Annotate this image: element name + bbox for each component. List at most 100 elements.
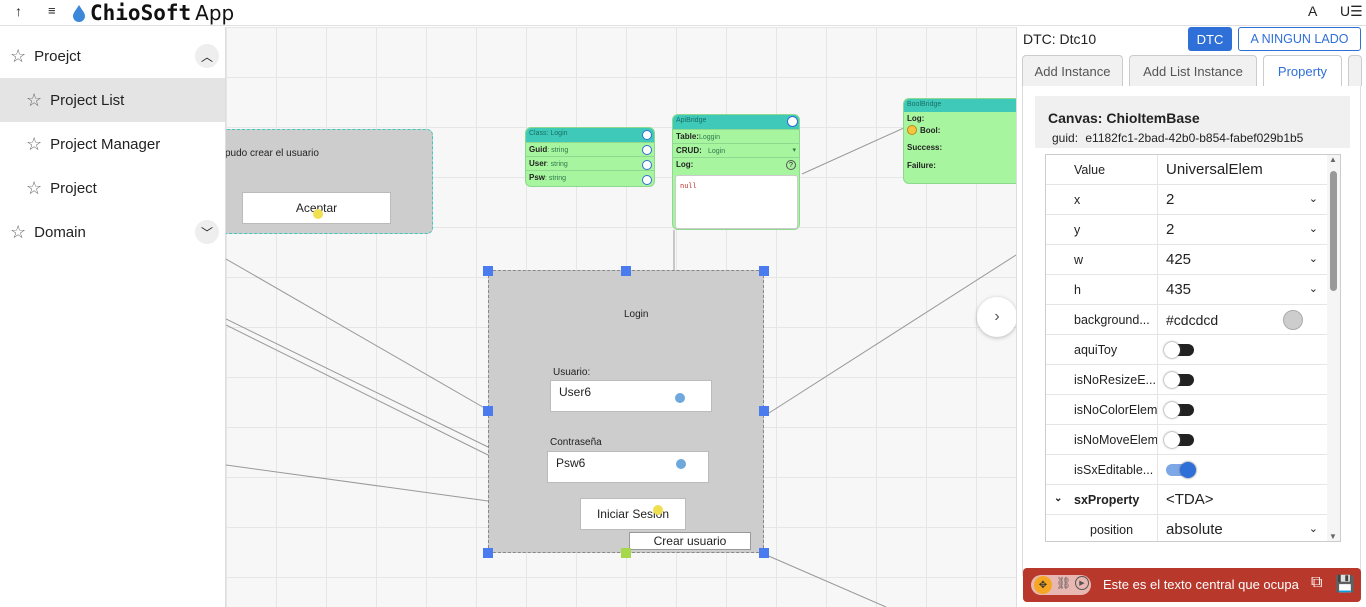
prop-row-value: Value UniversalElem — [1046, 155, 1328, 185]
chevron-right-icon[interactable]: › — [977, 297, 1016, 337]
crud-row[interactable]: CRUD: Login ▾ — [673, 143, 799, 157]
property-panel: DTC: Dtc10 DTC A NINGUN LADO Add Instanc… — [1016, 27, 1366, 607]
resize-handle[interactable] — [483, 548, 493, 558]
canvas-title: Canvas: ChioItemBase — [1048, 110, 1200, 126]
prop-select[interactable]: 2 ⌄ — [1158, 185, 1328, 214]
bool-bridge-node[interactable]: BoolBridge Log: Bool: Success: Failure: — [903, 98, 1016, 184]
login-form-element[interactable]: Login Usuario: User6 Contraseña Psw6 Ini… — [488, 270, 764, 553]
resize-handle[interactable] — [621, 548, 631, 558]
save-icon[interactable]: 💾 — [1335, 574, 1355, 594]
chevron-up-icon[interactable]: ︿ — [195, 44, 219, 68]
user-input[interactable]: User6 — [550, 380, 712, 412]
prop-row-isnoresize: isNoResizeE... — [1046, 365, 1328, 395]
prop-key: aquiToy — [1046, 335, 1158, 364]
field-type: : string — [547, 147, 569, 154]
port-circle-icon[interactable] — [787, 116, 798, 127]
log-label: Log: — [907, 114, 925, 123]
toggle-switch — [1166, 461, 1196, 478]
prop-select[interactable]: 425 ⌄ — [1158, 245, 1328, 274]
resize-handle[interactable] — [621, 266, 631, 276]
sidebar-item-label: Proejct — [34, 47, 81, 65]
dtc-label: DTC: Dtc10 — [1023, 31, 1097, 47]
prop-select[interactable]: 435 ⌄ — [1158, 275, 1328, 304]
user-label: Usuario: — [553, 367, 591, 378]
brand-app: App — [195, 1, 235, 25]
color-swatch[interactable] — [1283, 310, 1303, 330]
prop-value: <TDA> — [1166, 491, 1214, 508]
diagram-canvas[interactable]: pudo crear el usuario Aceptar Class: Log… — [226, 27, 1016, 607]
port-circle-icon[interactable] — [642, 160, 652, 170]
sidebar-item-label: Domain — [34, 223, 86, 241]
link-icon[interactable]: ⛓ — [1056, 576, 1071, 590]
accept-button[interactable]: Aceptar — [242, 192, 391, 224]
prop-key: isSxEditable... — [1046, 455, 1158, 484]
up-arrow-icon[interactable]: ↑ — [15, 3, 22, 19]
prop-toggle[interactable] — [1158, 425, 1328, 454]
prop-value[interactable]: UniversalElem — [1158, 155, 1328, 184]
chevron-down-icon: ⌄ — [1308, 253, 1318, 265]
play-icon[interactable]: ▶ — [1075, 576, 1089, 590]
sidebar-item-project[interactable]: ☆ Project — [0, 166, 225, 210]
prop-select[interactable]: 2 ⌄ — [1158, 215, 1328, 244]
sidebar-item-project-list[interactable]: ☆ Project List — [0, 78, 225, 122]
no-side-button[interactable]: A NINGUN LADO — [1238, 27, 1361, 51]
resize-handle[interactable] — [759, 406, 769, 416]
class-login-node[interactable]: Class: Login Guid: string User: string P… — [525, 127, 655, 187]
user-menu-button[interactable]: U☰ — [1340, 3, 1363, 20]
sidebar-item-label: Project — [50, 179, 97, 197]
resize-handle[interactable] — [759, 548, 769, 558]
field-value: Loggin — [698, 134, 720, 141]
resize-handle[interactable] — [759, 266, 769, 276]
port-circle-icon[interactable] — [642, 130, 652, 140]
prop-toggle[interactable] — [1158, 335, 1328, 364]
message-dialog[interactable]: pudo crear el usuario Aceptar — [226, 129, 433, 234]
top-bar: ↑ ≡ ChioSoft App A U☰ — [0, 0, 1366, 26]
prop-select[interactable]: absolute ⌄ — [1158, 515, 1328, 541]
log-row: Log:? — [673, 157, 799, 171]
api-bridge-node[interactable]: ApiBridge Table:Loggin CRUD: Login ▾ Log:… — [672, 114, 800, 230]
failure-label: Failure: — [907, 161, 936, 170]
login-submit-button[interactable]: Iniciar Sesion — [580, 498, 686, 530]
toggle-switch — [1164, 371, 1194, 388]
sidebar-item-project-manager[interactable]: ☆ Project Manager — [0, 122, 225, 166]
port-circle-icon[interactable] — [642, 175, 652, 185]
open-external-icon[interactable]: ⧉ — [1311, 574, 1322, 592]
sidebar-item-domain[interactable]: ☆ Domain ﹀ — [0, 210, 225, 254]
field-name: Psw — [529, 173, 546, 182]
tab-add-instance[interactable]: Add Instance — [1022, 55, 1123, 86]
prop-row-background: background... #cdcdcd — [1046, 305, 1328, 335]
prop-key: isNoMoveElem — [1046, 425, 1158, 454]
port-circle-icon[interactable] — [642, 145, 652, 155]
sidebar-item-project-group[interactable]: ☆ Proejct ︿ — [0, 34, 225, 78]
resize-handle[interactable] — [483, 406, 493, 416]
tab-property[interactable]: Property — [1263, 55, 1342, 86]
resize-handle[interactable] — [483, 266, 493, 276]
scrollbar[interactable]: ▲ ▼ — [1327, 155, 1340, 541]
scrollbar-thumb[interactable] — [1330, 171, 1337, 291]
property-grid: Value UniversalElem x 2 ⌄ y 2 ⌄ w 425 ⌄ h 435 ⌄ b… — [1045, 154, 1341, 542]
create-user-button[interactable]: Crear usuario — [629, 532, 751, 550]
dialog-message: pudo crear el usuario — [226, 148, 319, 159]
prop-color[interactable]: #cdcdcd — [1158, 305, 1328, 334]
bool-row: Bool: — [904, 125, 1016, 135]
prop-toggle[interactable] — [1158, 395, 1328, 424]
move-icon[interactable]: ✥ — [1034, 576, 1052, 594]
scroll-down-icon: ▼ — [1329, 532, 1337, 541]
prop-toggle[interactable] — [1158, 365, 1328, 394]
menu-icon[interactable]: ≡ — [48, 3, 56, 18]
chevron-down-icon[interactable]: ﹀ — [195, 220, 219, 244]
prop-row-sxproperty[interactable]: ⌄ sxProperty <TDA> — [1046, 485, 1328, 515]
prop-row-issxeditable: isSxEditable... — [1046, 455, 1328, 485]
footer-text: Este es el texto central que ocupa — [1103, 577, 1299, 592]
dtc-button[interactable]: DTC — [1188, 27, 1232, 51]
prop-key: background... — [1046, 305, 1158, 334]
prop-key: isNoResizeE... — [1046, 365, 1158, 394]
success-label: Success: — [907, 143, 943, 152]
field-name: Guid — [529, 145, 548, 154]
bool-indicator-icon — [907, 125, 917, 135]
font-button[interactable]: A — [1308, 3, 1317, 19]
prop-toggle[interactable] — [1158, 455, 1328, 484]
prop-row-aquitoy: aquiToy — [1046, 335, 1328, 365]
tab-add-list-instance[interactable]: Add List Instance — [1129, 55, 1257, 86]
tab-more[interactable] — [1348, 55, 1362, 86]
